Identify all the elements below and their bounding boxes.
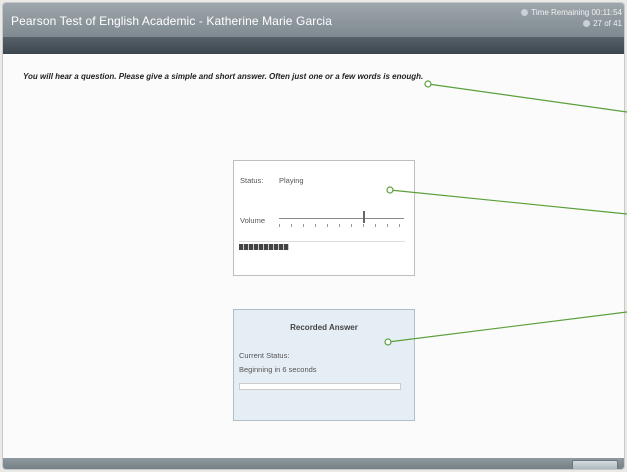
instruction-text: You will hear a question. Please give a … (23, 72, 424, 81)
next-button[interactable] (572, 460, 618, 469)
title-bar: Pearson Test of English Academic - Kathe… (3, 3, 624, 37)
status-value: Playing (279, 176, 304, 185)
divider (239, 241, 405, 242)
volume-slider[interactable] (279, 218, 404, 219)
toolbar-strip (3, 37, 624, 54)
clock-icon (521, 9, 529, 16)
question-count-icon (583, 20, 591, 27)
current-status-label: Current Status: (239, 351, 290, 360)
status-label: Status: (240, 176, 264, 185)
audio-player: Status: Playing Volume (233, 160, 415, 276)
volume-slider-handle[interactable] (363, 211, 365, 223)
playback-progress-bar (239, 244, 289, 250)
recorded-answer-panel: Recorded Answer Current Status: Beginnin… (233, 309, 415, 421)
recording-progress-bar (239, 383, 401, 390)
volume-ticks (279, 224, 404, 227)
bottom-bar (3, 458, 624, 469)
question-progress: 27 of 41 (593, 19, 622, 28)
test-window: Pearson Test of English Academic - Kathe… (2, 2, 625, 470)
timer-panel: Time Remaining 00:11:54 27 of 41 (521, 7, 622, 29)
window-title: Pearson Test of English Academic - Kathe… (11, 14, 332, 28)
time-remaining: Time Remaining 00:11:54 (531, 8, 622, 17)
current-status-value: Beginning in 6 seconds (239, 365, 317, 374)
recorder-title: Recorded Answer (290, 323, 358, 332)
volume-label: Volume (240, 216, 266, 225)
